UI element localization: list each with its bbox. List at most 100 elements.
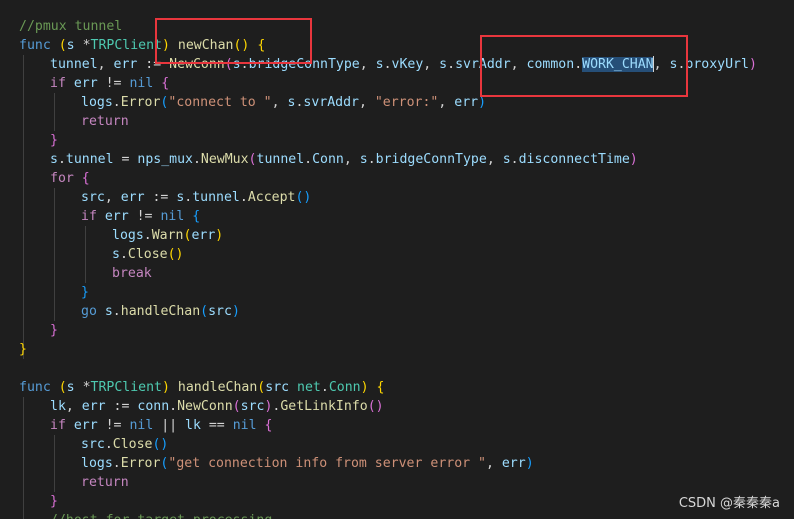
code-line[interactable]: go s.handleChan(src) <box>81 302 240 321</box>
indent-guide <box>54 435 55 492</box>
code-token: , <box>343 152 360 167</box>
code-token: ( <box>58 380 67 395</box>
code-token: "connect to " <box>168 95 272 110</box>
code-line[interactable]: break <box>112 264 152 283</box>
code-token: vKey <box>391 57 424 72</box>
code-line[interactable]: } <box>50 321 58 340</box>
code-token: return <box>81 114 129 129</box>
code-line[interactable]: return <box>81 112 129 131</box>
code-token: disconnectTime <box>518 152 630 167</box>
code-token: . <box>383 57 392 72</box>
code-line[interactable]: logs.Warn(err) <box>112 226 223 245</box>
code-token: ) <box>360 380 369 395</box>
code-token: . <box>320 380 329 395</box>
code-line[interactable]: for { <box>50 169 90 188</box>
code-token: err <box>81 399 106 414</box>
code-token: src <box>265 380 290 395</box>
code-token: * <box>74 380 91 395</box>
code-token: ) <box>478 95 487 110</box>
code-token: . <box>104 437 113 452</box>
code-token: src <box>240 399 265 414</box>
code-token: svrAddr <box>303 95 359 110</box>
code-token: NewMux <box>200 152 249 167</box>
highlight-box-work-chan <box>480 35 688 97</box>
code-token: lk <box>185 418 201 433</box>
code-token: nil <box>232 418 257 433</box>
code-line[interactable]: } <box>50 492 58 511</box>
code-line[interactable]: if err != nil { <box>50 74 169 93</box>
code-token: err <box>73 76 98 91</box>
code-token: } <box>81 285 89 300</box>
code-token: if <box>50 418 66 433</box>
code-token: || <box>153 418 186 433</box>
code-token: * <box>74 38 91 53</box>
code-token: s <box>502 152 511 167</box>
indent-guide <box>23 55 24 359</box>
code-token: := <box>105 399 138 414</box>
code-token: , <box>65 399 82 414</box>
code-token: s <box>104 304 113 319</box>
code-token: err <box>113 57 138 72</box>
code-token: ( <box>232 399 241 414</box>
code-line[interactable]: lk, err := conn.NewConn(src).GetLinkInfo… <box>50 397 384 416</box>
code-line[interactable]: //host for target processing <box>50 511 272 519</box>
code-line[interactable]: s.tunnel = nps_mux.NewMux(tunnel.Conn, s… <box>50 150 638 169</box>
code-token: ( <box>200 304 209 319</box>
code-token: , <box>438 95 455 110</box>
highlight-box-function-name <box>155 18 312 64</box>
code-token: err <box>73 418 98 433</box>
code-token: net <box>297 380 321 395</box>
code-line[interactable]: //pmux tunnel <box>19 17 122 36</box>
code-token: = <box>113 152 138 167</box>
code-line[interactable]: s.Close() <box>112 245 184 264</box>
code-line[interactable]: } <box>50 131 58 150</box>
code-token: tunnel <box>192 190 240 205</box>
code-token: if <box>50 76 66 91</box>
code-line[interactable]: } <box>19 340 27 359</box>
code-line[interactable]: func (s *TRPClient) handleChan(src net.C… <box>19 378 384 397</box>
code-token: == <box>200 418 233 433</box>
code-line[interactable]: logs.Error("get connection info from ser… <box>81 454 534 473</box>
code-token: "get connection info from server error " <box>168 456 486 471</box>
code-line[interactable]: logs.Error("connect to ", s.svrAddr, "er… <box>81 93 486 112</box>
indent-guide <box>85 226 86 283</box>
code-line[interactable]: src.Close() <box>81 435 168 454</box>
code-token: () <box>152 437 169 452</box>
code-line[interactable]: } <box>81 283 89 302</box>
code-token: . <box>447 57 456 72</box>
code-token: Accept <box>247 190 296 205</box>
code-token: . <box>367 152 376 167</box>
code-token: () <box>367 399 384 414</box>
code-token: { <box>161 76 170 91</box>
code-token: s <box>66 380 75 395</box>
code-token: { <box>264 418 273 433</box>
code-token: , <box>423 57 440 72</box>
code-token: nil <box>129 76 154 91</box>
code-token: TRPClient <box>90 38 162 53</box>
code-token: nil <box>160 209 185 224</box>
code-token: s <box>66 38 75 53</box>
code-token: proxyUrl <box>685 57 749 72</box>
code-token: } <box>19 342 27 357</box>
code-line[interactable]: src, err := s.tunnel.Accept() <box>81 188 311 207</box>
code-token: ( <box>248 152 257 167</box>
code-token: tunnel <box>65 152 114 167</box>
code-token: ) <box>525 456 534 471</box>
code-token: err <box>191 228 216 243</box>
indent-guide <box>54 93 55 131</box>
code-token: NewConn <box>177 399 233 414</box>
code-token: ) <box>161 380 170 395</box>
code-line[interactable]: return <box>81 473 129 492</box>
code-token: , <box>97 57 114 72</box>
code-line[interactable]: if err != nil { <box>81 207 200 226</box>
code-editor[interactable]: //pmux tunnel func (s *TRPClient) newChan… <box>0 0 794 519</box>
code-token: . <box>119 247 128 262</box>
code-token: if <box>81 209 97 224</box>
code-token: } <box>50 133 58 148</box>
code-token: , <box>271 95 288 110</box>
code-token: . <box>143 228 152 243</box>
code-line[interactable]: if err != nil || lk == nil { <box>50 416 272 435</box>
